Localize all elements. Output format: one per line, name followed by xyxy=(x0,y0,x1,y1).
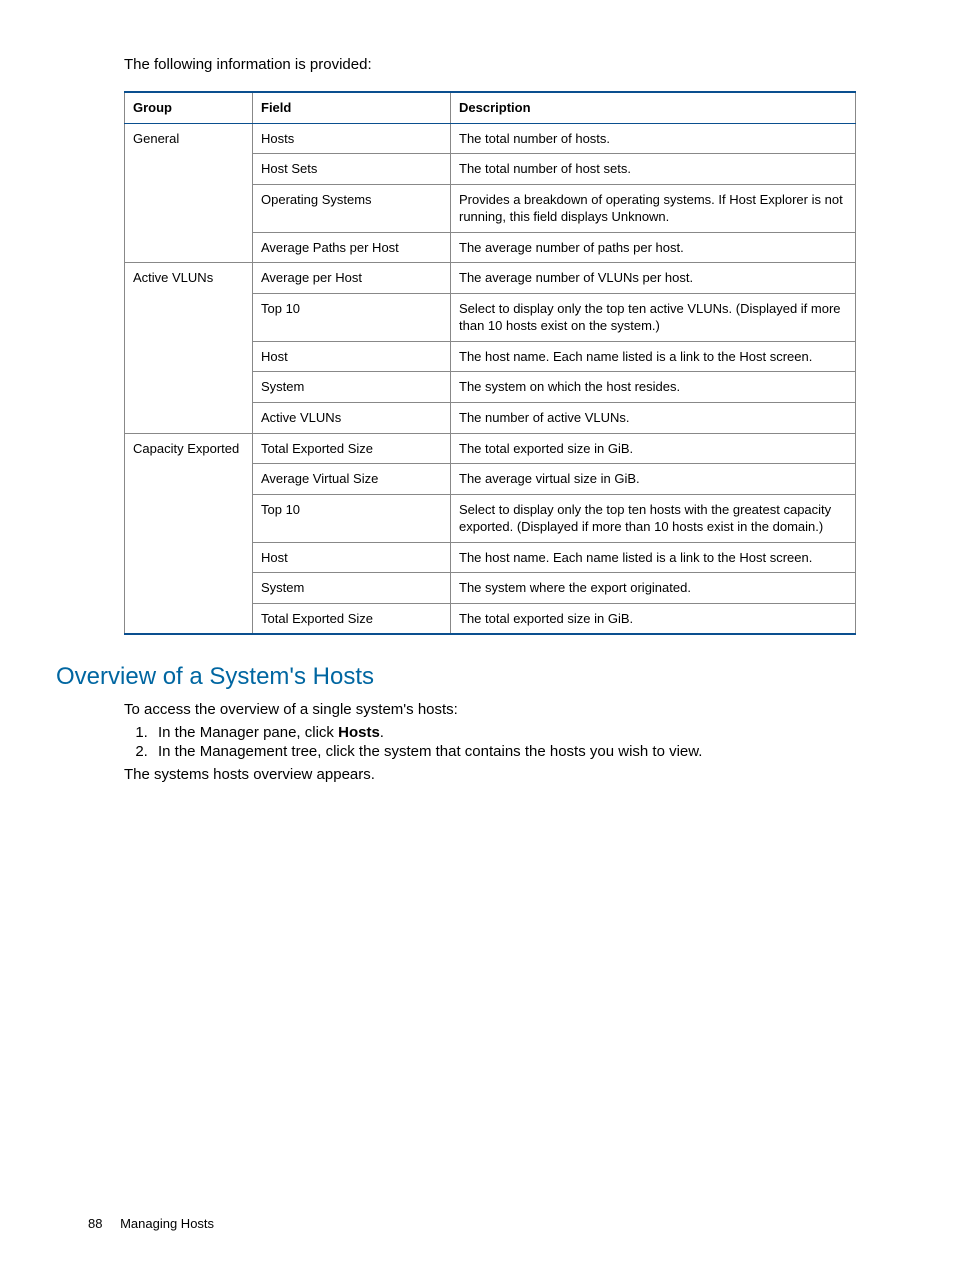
description-cell: Select to display only the top ten activ… xyxy=(451,293,856,341)
group-cell: Capacity Exported xyxy=(125,433,253,634)
page-footer: 88 Managing Hosts xyxy=(88,1216,214,1231)
footer-section: Managing Hosts xyxy=(120,1216,214,1231)
description-cell: The total number of host sets. xyxy=(451,154,856,185)
field-cell: System xyxy=(253,372,451,403)
description-cell: Select to display only the top ten hosts… xyxy=(451,494,856,542)
description-cell: The total number of hosts. xyxy=(451,123,856,154)
table-row: GeneralHostsThe total number of hosts. xyxy=(125,123,856,154)
description-cell: The system where the export originated. xyxy=(451,573,856,604)
step-1-post: . xyxy=(380,724,384,741)
description-cell: The average number of paths per host. xyxy=(451,232,856,263)
header-description: Description xyxy=(451,92,856,123)
section-heading: Overview of a System's Hosts xyxy=(56,663,866,691)
steps-list: In the Manager pane, click Hosts. In the… xyxy=(124,724,866,760)
field-cell: Average per Host xyxy=(253,263,451,294)
step-1-bold: Hosts xyxy=(338,724,380,741)
table-row: Capacity ExportedTotal Exported SizeThe … xyxy=(125,433,856,464)
field-cell: Hosts xyxy=(253,123,451,154)
page-number: 88 xyxy=(88,1216,102,1231)
field-cell: Average Virtual Size xyxy=(253,464,451,495)
header-group: Group xyxy=(125,92,253,123)
field-cell: Host xyxy=(253,542,451,573)
description-cell: The host name. Each name listed is a lin… xyxy=(451,341,856,372)
description-cell: The host name. Each name listed is a lin… xyxy=(451,542,856,573)
table-row: Active VLUNsAverage per HostThe average … xyxy=(125,263,856,294)
step-2: In the Management tree, click the system… xyxy=(152,743,866,760)
field-cell: Active VLUNs xyxy=(253,403,451,434)
field-cell: Top 10 xyxy=(253,293,451,341)
description-cell: The total exported size in GiB. xyxy=(451,433,856,464)
field-cell: System xyxy=(253,573,451,604)
intro-text: The following information is provided: xyxy=(124,56,866,73)
table-header-row: Group Field Description xyxy=(125,92,856,123)
description-cell: The number of active VLUNs. xyxy=(451,403,856,434)
header-field: Field xyxy=(253,92,451,123)
info-table: Group Field Description GeneralHostsThe … xyxy=(124,91,856,635)
field-cell: Host Sets xyxy=(253,154,451,185)
group-cell: General xyxy=(125,123,253,263)
group-cell: Active VLUNs xyxy=(125,263,253,433)
document-page: The following information is provided: G… xyxy=(0,0,954,1271)
after-steps-text: The systems hosts overview appears. xyxy=(124,766,866,783)
step-1: In the Manager pane, click Hosts. xyxy=(152,724,866,741)
description-cell: Provides a breakdown of operating system… xyxy=(451,184,856,232)
description-cell: The average virtual size in GiB. xyxy=(451,464,856,495)
field-cell: Operating Systems xyxy=(253,184,451,232)
field-cell: Average Paths per Host xyxy=(253,232,451,263)
description-cell: The system on which the host resides. xyxy=(451,372,856,403)
field-cell: Total Exported Size xyxy=(253,433,451,464)
description-cell: The total exported size in GiB. xyxy=(451,603,856,634)
step-1-pre: In the Manager pane, click xyxy=(158,724,338,741)
access-intro: To access the overview of a single syste… xyxy=(124,701,866,718)
field-cell: Top 10 xyxy=(253,494,451,542)
field-cell: Host xyxy=(253,341,451,372)
description-cell: The average number of VLUNs per host. xyxy=(451,263,856,294)
field-cell: Total Exported Size xyxy=(253,603,451,634)
